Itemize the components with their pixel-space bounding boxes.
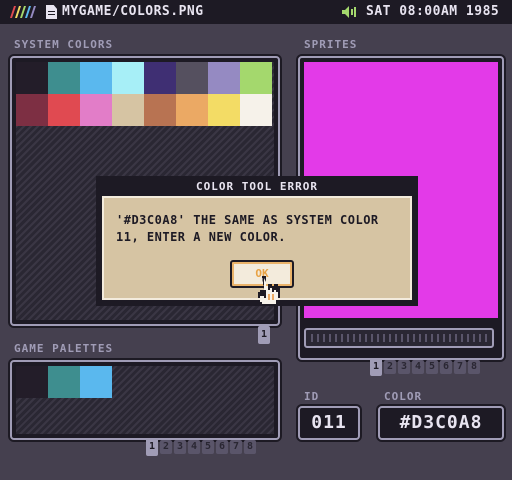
color-field[interactable]: #D3C0A8 (378, 406, 504, 440)
color-swatch[interactable] (48, 62, 80, 94)
system-colors-label: SYSTEM COLORS (14, 38, 114, 51)
palette-swatch[interactable] (48, 366, 80, 398)
sprite-scrollbar[interactable] (304, 328, 494, 348)
modal-title: COLOR TOOL ERROR (196, 180, 318, 193)
palette-page-tab-6[interactable]: 6 (216, 440, 228, 454)
color-swatch[interactable] (80, 62, 112, 94)
hand-cursor-icon (258, 276, 280, 304)
sprite-page-tab-3[interactable]: 3 (398, 360, 410, 374)
color-swatch[interactable] (240, 94, 272, 126)
speaker-icon[interactable] (342, 6, 356, 18)
palette-page-tab-4[interactable]: 4 (188, 440, 200, 454)
color-swatch[interactable] (240, 62, 272, 94)
game-palettes-panel (10, 360, 280, 440)
palette-swatch[interactable] (80, 366, 112, 398)
sprite-page-tab-5[interactable]: 5 (426, 360, 438, 374)
palette-swatch[interactable] (16, 366, 48, 398)
file-path: MYGAME/COLORS.PNG (62, 4, 204, 19)
id-label: ID (304, 390, 320, 403)
color-swatch[interactable] (112, 62, 144, 94)
color-swatch[interactable] (144, 94, 176, 126)
sprite-page-tab-2[interactable]: 2 (384, 360, 396, 374)
sprites-label: SPRITES (304, 38, 358, 51)
color-swatch[interactable] (16, 94, 48, 126)
palette-page-tab-2[interactable]: 2 (160, 440, 172, 454)
sprite-page-tab-4[interactable]: 4 (412, 360, 424, 374)
clock: SAT 08:00AM 1985 (366, 4, 500, 19)
id-field[interactable]: 011 (298, 406, 360, 440)
color-label: COLOR (384, 390, 423, 403)
color-swatch[interactable] (176, 94, 208, 126)
palette-page-tab-3[interactable]: 3 (174, 440, 186, 454)
modal-message: '#D3C0A8' THE SAME AS SYSTEM COLOR 11, E… (116, 213, 379, 244)
error-modal: COLOR TOOL ERROR '#D3C0A8' THE SAME AS S… (96, 176, 418, 306)
system-colors-page-tab[interactable]: 1 (258, 326, 270, 344)
color-swatch[interactable] (80, 94, 112, 126)
modal-body: '#D3C0A8' THE SAME AS SYSTEM COLOR 11, E… (102, 196, 412, 304)
file-icon (46, 5, 57, 19)
color-swatch[interactable] (176, 62, 208, 94)
palette-page-tab-1[interactable]: 1 (146, 438, 158, 456)
sprite-page-tab-8[interactable]: 8 (468, 360, 480, 374)
color-swatch[interactable] (208, 62, 240, 94)
color-swatch[interactable] (16, 62, 48, 94)
palette-page-tab-5[interactable]: 5 (202, 440, 214, 454)
color-swatch[interactable] (48, 94, 80, 126)
sprite-page-tab-1[interactable]: 1 (370, 358, 382, 376)
color-swatch[interactable] (144, 62, 176, 94)
palette-page-tab-8[interactable]: 8 (244, 440, 256, 454)
rainbow-logo-icon[interactable] (6, 6, 40, 18)
sprite-page-tab-7[interactable]: 7 (454, 360, 466, 374)
game-palettes-grid[interactable] (16, 366, 274, 434)
game-palettes-label: GAME PALETTES (14, 342, 114, 355)
color-swatch[interactable] (112, 94, 144, 126)
color-swatch[interactable] (208, 94, 240, 126)
palette-page-tab-7[interactable]: 7 (230, 440, 242, 454)
sprite-page-tab-6[interactable]: 6 (440, 360, 452, 374)
